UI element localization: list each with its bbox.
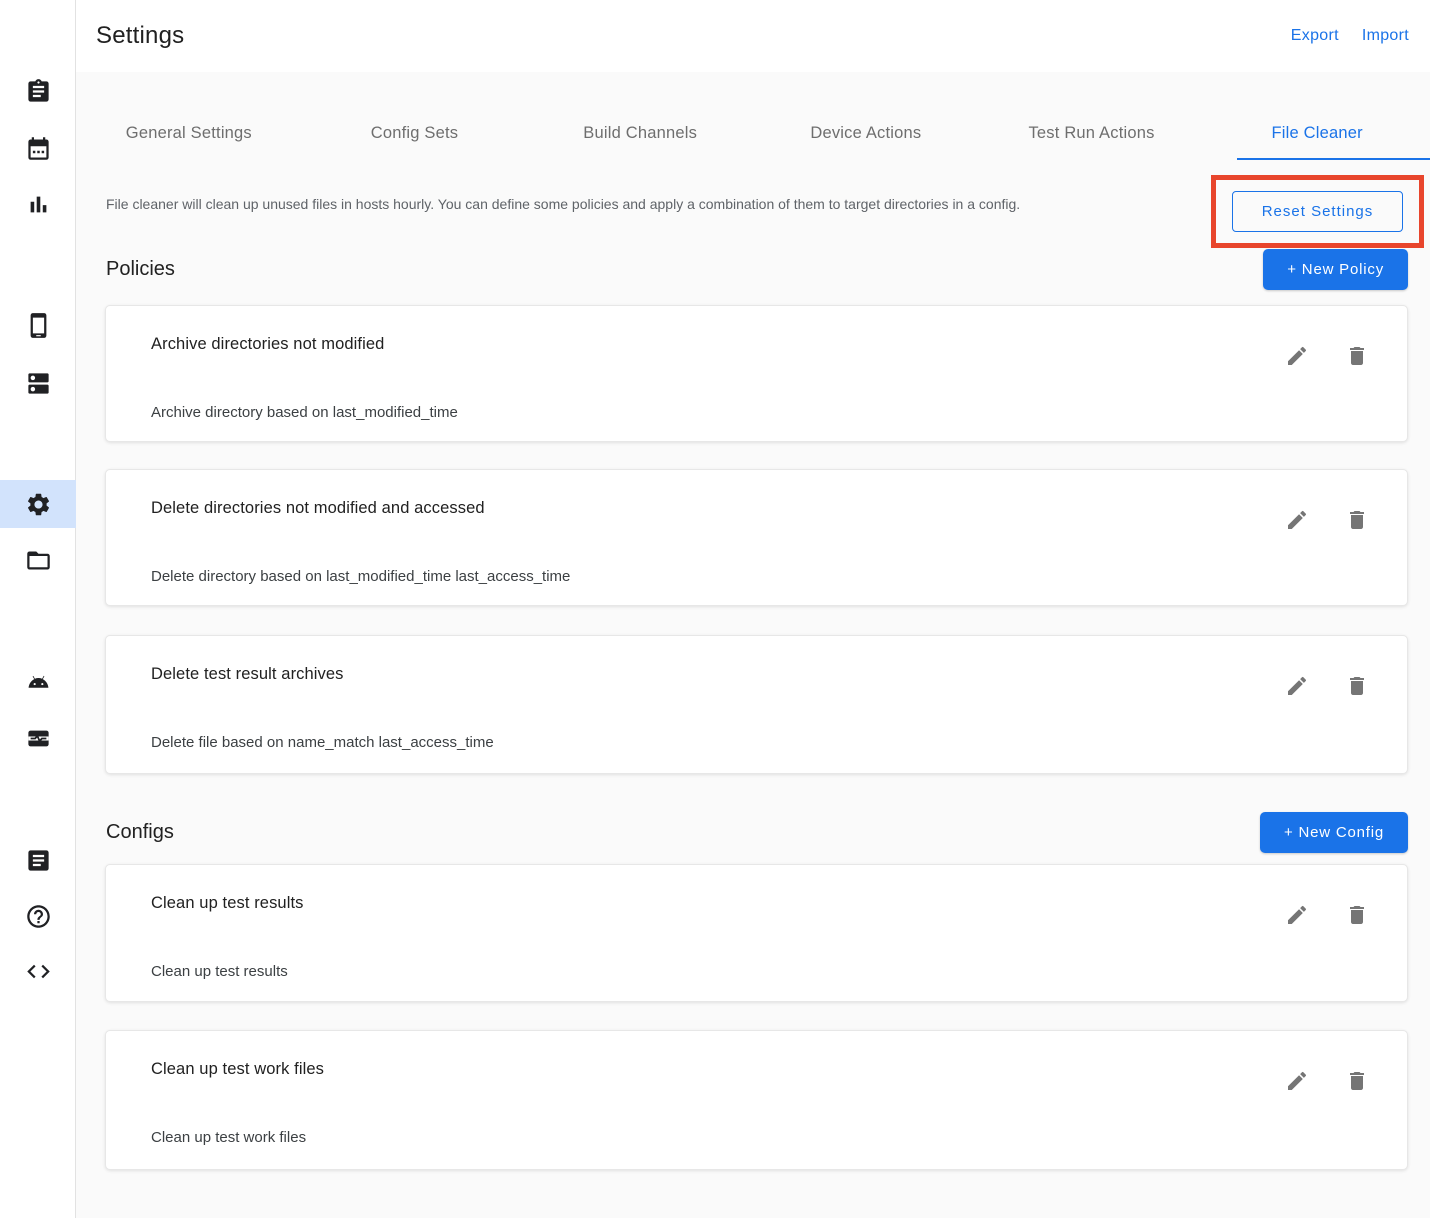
folder-icon xyxy=(25,547,52,574)
sidebar-item-hosts[interactable] xyxy=(0,359,76,407)
configs-heading: Configs xyxy=(106,821,174,844)
policy-title: Archive directories not modified xyxy=(151,335,384,354)
clipboard-icon xyxy=(25,78,52,105)
import-link[interactable]: Import xyxy=(1362,27,1409,45)
tab-general-settings[interactable]: General Settings xyxy=(76,72,302,160)
new-config-button[interactable]: + New Config xyxy=(1260,812,1408,853)
pencil-icon xyxy=(1285,508,1309,532)
file-cleaner-description: File cleaner will clean up unused files … xyxy=(106,196,1106,213)
sidebar-item-monitoring[interactable] xyxy=(0,714,76,762)
sidebar-item-devices[interactable] xyxy=(0,301,76,349)
tab-file-cleaner[interactable]: File Cleaner xyxy=(1204,72,1430,160)
sidebar-item-file-browser[interactable] xyxy=(0,536,76,584)
article-icon xyxy=(25,847,52,874)
edit-policy-button[interactable] xyxy=(1285,508,1309,532)
delete-policy-button[interactable] xyxy=(1345,508,1369,532)
tab-test-run-actions[interactable]: Test Run Actions xyxy=(979,72,1205,160)
configs-section-header: Configs + New Config xyxy=(106,812,1408,853)
policies-section-header: Policies + New Policy xyxy=(106,249,1408,290)
edit-config-button[interactable] xyxy=(1285,1069,1309,1093)
trash-icon xyxy=(1345,903,1369,927)
policy-description: Delete file based on name_match last_acc… xyxy=(151,734,494,751)
policy-description: Delete directory based on last_modified_… xyxy=(151,568,570,585)
config-title: Clean up test results xyxy=(151,894,304,913)
monitor-pulse-icon xyxy=(25,725,52,752)
config-title: Clean up test work files xyxy=(151,1060,324,1079)
app-root: Settings Export Import General Settings … xyxy=(0,0,1430,1218)
sidebar-item-docs[interactable] xyxy=(0,836,76,884)
reset-settings-button[interactable]: Reset Settings xyxy=(1232,191,1403,232)
sidebar-item-android[interactable] xyxy=(0,657,76,705)
code-icon xyxy=(25,958,52,985)
sidebar-item-help[interactable] xyxy=(0,892,76,940)
pencil-icon xyxy=(1285,1069,1309,1093)
sidebar-item-api[interactable] xyxy=(0,947,76,995)
config-card: Clean up test results Clean up test resu… xyxy=(105,864,1408,1002)
smartphone-icon xyxy=(25,312,52,339)
trash-icon xyxy=(1345,508,1369,532)
page-header: Settings Export Import xyxy=(76,0,1430,72)
sidebar-item-reports[interactable] xyxy=(0,180,76,228)
policies-heading: Policies xyxy=(106,258,175,281)
sidebar-item-test-runs[interactable] xyxy=(0,67,76,115)
bar-chart-icon xyxy=(25,191,52,218)
delete-config-button[interactable] xyxy=(1345,1069,1369,1093)
policy-title: Delete directories not modified and acce… xyxy=(151,499,485,518)
pencil-icon xyxy=(1285,674,1309,698)
dns-icon xyxy=(25,370,52,397)
export-link[interactable]: Export xyxy=(1291,27,1339,45)
trash-icon xyxy=(1345,674,1369,698)
config-description: Clean up test results xyxy=(151,963,288,980)
pencil-icon xyxy=(1285,344,1309,368)
tab-build-channels[interactable]: Build Channels xyxy=(527,72,753,160)
pencil-icon xyxy=(1285,903,1309,927)
policy-card: Delete test result archives Delete file … xyxy=(105,635,1408,774)
config-card: Clean up test work files Clean up test w… xyxy=(105,1030,1408,1170)
sidebar-item-settings[interactable] xyxy=(0,480,76,528)
config-description: Clean up test work files xyxy=(151,1129,306,1146)
policy-card: Archive directories not modified Archive… xyxy=(105,305,1408,442)
content-area: General Settings Config Sets Build Chann… xyxy=(76,72,1430,1218)
help-icon xyxy=(25,903,52,930)
sidebar-item-test-plans[interactable] xyxy=(0,124,76,172)
policy-title: Delete test result archives xyxy=(151,665,344,684)
trash-icon xyxy=(1345,1069,1369,1093)
android-icon xyxy=(25,668,52,695)
tab-device-actions[interactable]: Device Actions xyxy=(753,72,979,160)
settings-gear-icon xyxy=(25,491,52,518)
sidebar xyxy=(0,0,76,1218)
new-policy-button[interactable]: + New Policy xyxy=(1263,249,1408,290)
policy-card: Delete directories not modified and acce… xyxy=(105,469,1408,606)
main-area: Settings Export Import General Settings … xyxy=(76,0,1430,1218)
edit-policy-button[interactable] xyxy=(1285,674,1309,698)
delete-policy-button[interactable] xyxy=(1345,344,1369,368)
delete-policy-button[interactable] xyxy=(1345,674,1369,698)
page-title: Settings xyxy=(96,22,184,50)
annotation-highlight-box: Reset Settings xyxy=(1211,175,1424,248)
policy-description: Archive directory based on last_modified… xyxy=(151,404,458,421)
edit-policy-button[interactable] xyxy=(1285,344,1309,368)
tab-config-sets[interactable]: Config Sets xyxy=(302,72,528,160)
trash-icon xyxy=(1345,344,1369,368)
calendar-icon xyxy=(25,135,52,162)
edit-config-button[interactable] xyxy=(1285,903,1309,927)
delete-config-button[interactable] xyxy=(1345,903,1369,927)
tab-bar: General Settings Config Sets Build Chann… xyxy=(76,72,1430,160)
header-links: Export Import xyxy=(1291,27,1409,45)
